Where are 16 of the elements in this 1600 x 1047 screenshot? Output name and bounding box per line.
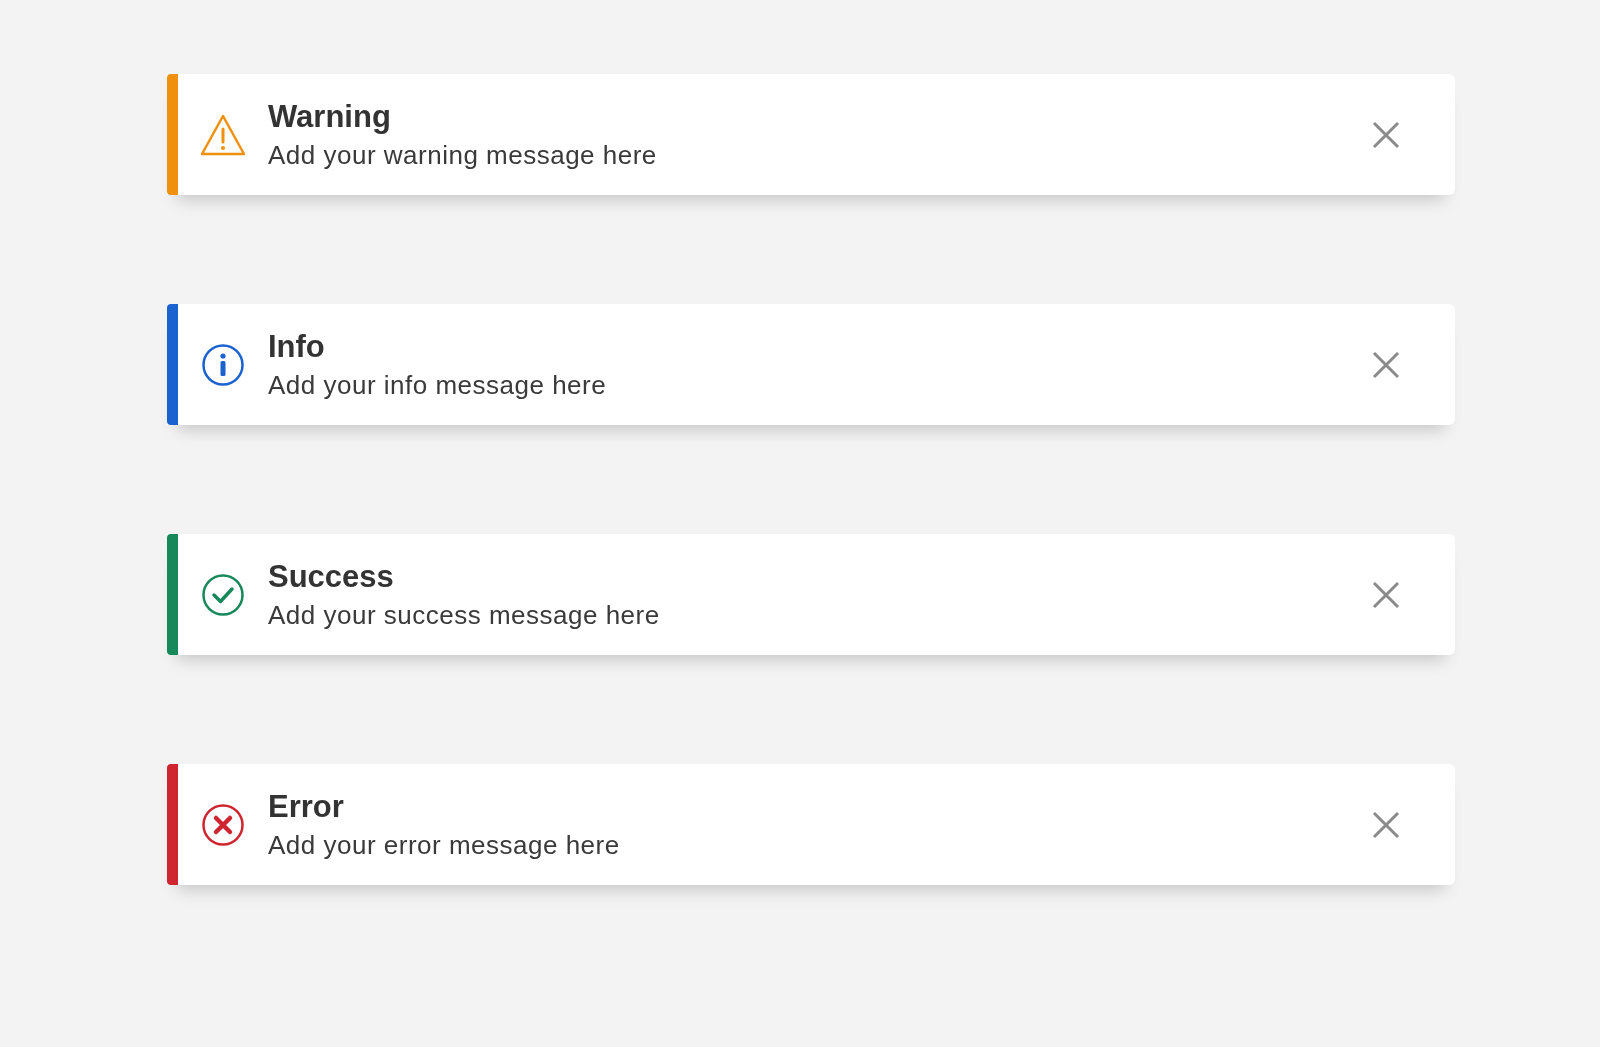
alert-title: Success: [268, 557, 395, 596]
alert-message: Add your info message here: [268, 368, 608, 402]
alert-title: Info: [268, 327, 326, 366]
close-icon: [1371, 809, 1401, 840]
close-icon: [1371, 579, 1401, 610]
alert-title: Error: [268, 787, 345, 826]
alert-message: Add your error message here: [268, 828, 621, 862]
close-icon: [1371, 119, 1401, 150]
alert-title: Warning: [268, 97, 392, 136]
alert-message: Add your warning message here: [268, 138, 658, 172]
info-icon: [201, 342, 245, 387]
close-icon: [1371, 349, 1401, 380]
check-circle-icon: [201, 572, 245, 617]
alert-message: Add your success message here: [268, 598, 661, 632]
warning-icon: [199, 112, 247, 157]
error-icon: [201, 802, 245, 847]
